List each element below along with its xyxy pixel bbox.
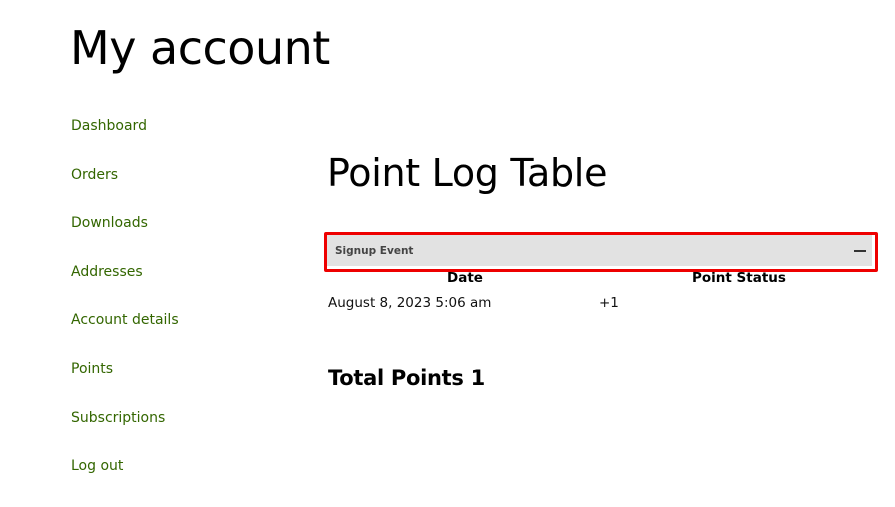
nav-link-addresses[interactable]: Addresses [71,264,143,280]
nav-item-addresses: Addresses [71,261,179,310]
nav-item-downloads: Downloads [71,212,179,261]
nav-link-downloads[interactable]: Downloads [71,215,148,231]
page-title: My account [70,21,330,75]
nav-item-dashboard: Dashboard [71,115,179,164]
section-title: Point Log Table [327,151,608,195]
column-header-date: Date [447,270,483,286]
total-points: Total Points 1 [328,366,485,390]
accordion-header[interactable]: Signup Event [327,235,872,266]
nav-link-dashboard[interactable]: Dashboard [71,118,147,134]
table-cell-date: August 8, 2023 5:06 am [328,295,492,311]
nav-link-points[interactable]: Points [71,361,113,377]
total-points-value: 1 [470,366,486,390]
nav-item-log-out: Log out [71,455,179,504]
nav-link-orders[interactable]: Orders [71,167,118,183]
nav-item-account-details: Account details [71,309,179,358]
table-cell-points: +1 [599,295,619,311]
minus-icon[interactable] [854,249,866,252]
nav-link-account-details[interactable]: Account details [71,312,179,328]
total-points-label: Total Points [328,366,464,390]
nav-link-subscriptions[interactable]: Subscriptions [71,410,165,426]
accordion-label: Signup Event [335,244,414,257]
column-header-point-status: Point Status [692,270,786,286]
nav-item-points: Points [71,358,179,407]
nav-link-log-out[interactable]: Log out [71,458,123,474]
signup-event-accordion[interactable]: Signup Event [324,232,878,272]
account-navigation: Dashboard Orders Downloads Addresses Acc… [71,115,179,504]
nav-item-orders: Orders [71,164,179,213]
nav-item-subscriptions: Subscriptions [71,407,179,456]
